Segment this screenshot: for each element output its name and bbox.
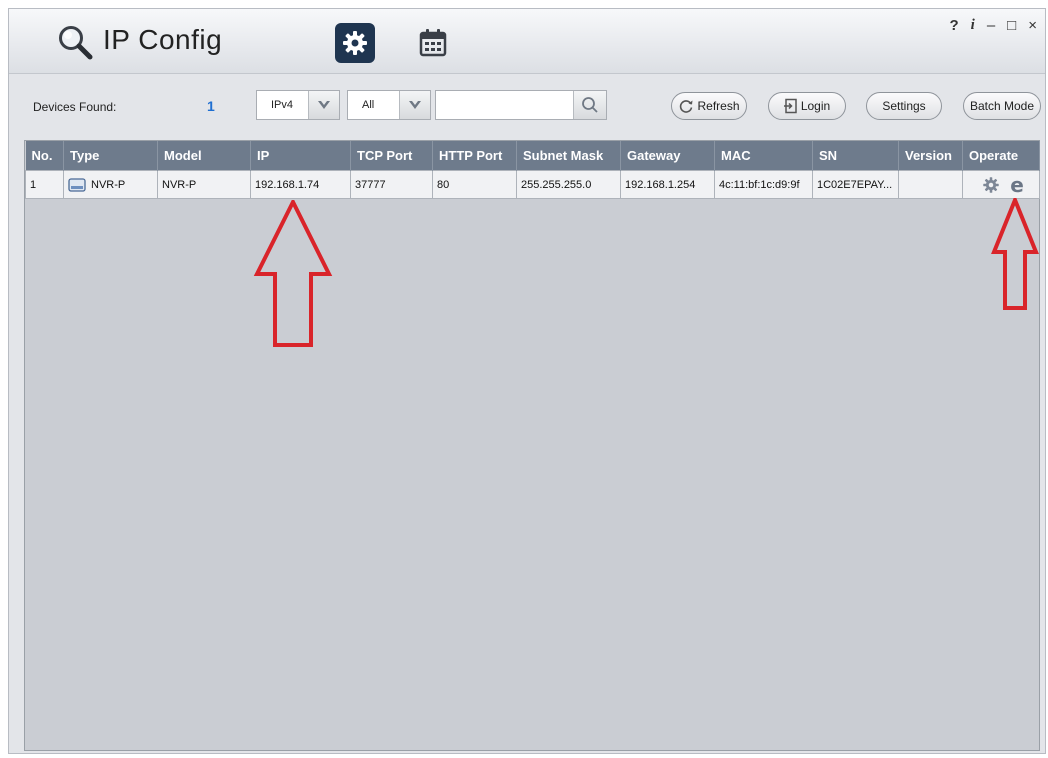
cell-model: NVR-P (157, 170, 251, 199)
column-header-no[interactable]: No. (25, 141, 64, 171)
device-filter-dropdown-button[interactable] (399, 91, 430, 119)
gear-icon (343, 31, 367, 55)
login-button[interactable]: Login (768, 92, 846, 120)
minimize-button[interactable]: – (987, 17, 995, 34)
column-header-model[interactable]: Model (157, 141, 251, 171)
cell-sn: 1C02E7EPAY... (812, 170, 899, 199)
column-header-subnet-mask[interactable]: Subnet Mask (516, 141, 621, 171)
device-filter-value: All (362, 99, 375, 111)
refresh-button[interactable]: Refresh (671, 92, 747, 120)
login-label: Login (800, 99, 831, 113)
login-icon (783, 98, 797, 114)
cell-type-label: NVR-P (91, 178, 126, 191)
ip-version-select[interactable]: IPv4 (256, 90, 340, 120)
ip-version-dropdown-button[interactable] (308, 91, 339, 119)
settings-button[interactable]: Settings (866, 92, 942, 120)
help-button[interactable]: ? (949, 17, 958, 34)
search-icon (582, 97, 598, 113)
column-header-type[interactable]: Type (63, 141, 158, 171)
devices-found-label: Devices Found: (33, 100, 117, 114)
cell-tcp-port: 37777 (350, 170, 433, 199)
cell-operate: e (962, 170, 1040, 199)
devices-found-count: 1 (207, 98, 215, 114)
column-header-http-port[interactable]: HTTP Port (432, 141, 517, 171)
search-box (435, 90, 607, 120)
window-controls: ? i – □ × (949, 17, 1037, 34)
cell-subnet-mask: 255.255.255.0 (516, 170, 621, 199)
ip-config-window: IP Config ? i – □ × Devices Found: 1 IPv… (8, 8, 1046, 754)
settings-label: Settings (882, 99, 926, 113)
column-header-tcp-port[interactable]: TCP Port (350, 141, 433, 171)
column-header-mac[interactable]: MAC (714, 141, 813, 171)
refresh-icon (680, 100, 693, 113)
search-button[interactable] (573, 91, 606, 119)
search-logo-icon (59, 26, 93, 60)
device-settings-gear-icon[interactable] (982, 176, 1000, 194)
chevron-down-icon (409, 101, 421, 109)
column-header-sn[interactable]: SN (812, 141, 899, 171)
nvr-device-icon (68, 177, 86, 192)
annotation-arrow-ip (253, 200, 333, 347)
cell-http-port: 80 (432, 170, 517, 199)
batch-mode-label: Batch Mode (969, 99, 1035, 113)
device-filter-select[interactable]: All (347, 90, 431, 120)
refresh-label: Refresh (697, 99, 740, 113)
cell-ip: 192.168.1.74 (250, 170, 351, 199)
column-header-operate[interactable]: Operate (962, 141, 1040, 171)
table-row[interactable]: 1 NVR-P NVR-P 192.168.1.74 37777 80 255.… (25, 170, 1040, 199)
annotation-arrow-operate (991, 198, 1039, 310)
column-header-gateway[interactable]: Gateway (620, 141, 715, 171)
settings-tab-button[interactable] (335, 23, 375, 63)
device-table: No. Type Model IP TCP Port HTTP Port Sub… (25, 141, 1040, 199)
info-button[interactable]: i (971, 17, 975, 34)
calendar-icon (419, 29, 447, 57)
cell-type: NVR-P (63, 170, 158, 199)
close-button[interactable]: × (1028, 17, 1037, 34)
chevron-down-icon (318, 101, 330, 109)
column-header-ip[interactable]: IP (250, 141, 351, 171)
cell-mac: 4c:11:bf:1c:d9:9f (714, 170, 813, 199)
search-input[interactable] (440, 95, 570, 117)
cell-gateway: 192.168.1.254 (620, 170, 715, 199)
maximize-button[interactable]: □ (1007, 17, 1016, 34)
ip-version-value: IPv4 (271, 99, 294, 111)
column-header-version[interactable]: Version (898, 141, 963, 171)
app-title: IP Config (103, 24, 223, 55)
cell-version (898, 170, 963, 199)
table-header-row: No. Type Model IP TCP Port HTTP Port Sub… (25, 141, 1040, 171)
title-bar: IP Config ? i – □ × (9, 9, 1045, 74)
cell-no: 1 (25, 170, 64, 199)
device-table-panel: No. Type Model IP TCP Port HTTP Port Sub… (24, 140, 1040, 751)
web-browser-e-icon[interactable]: e (1010, 175, 1024, 195)
toolbar: Devices Found: 1 IPv4 All Refresh Login … (9, 73, 1045, 137)
calendar-tab-button[interactable] (413, 23, 453, 63)
batch-mode-button[interactable]: Batch Mode (963, 92, 1041, 120)
